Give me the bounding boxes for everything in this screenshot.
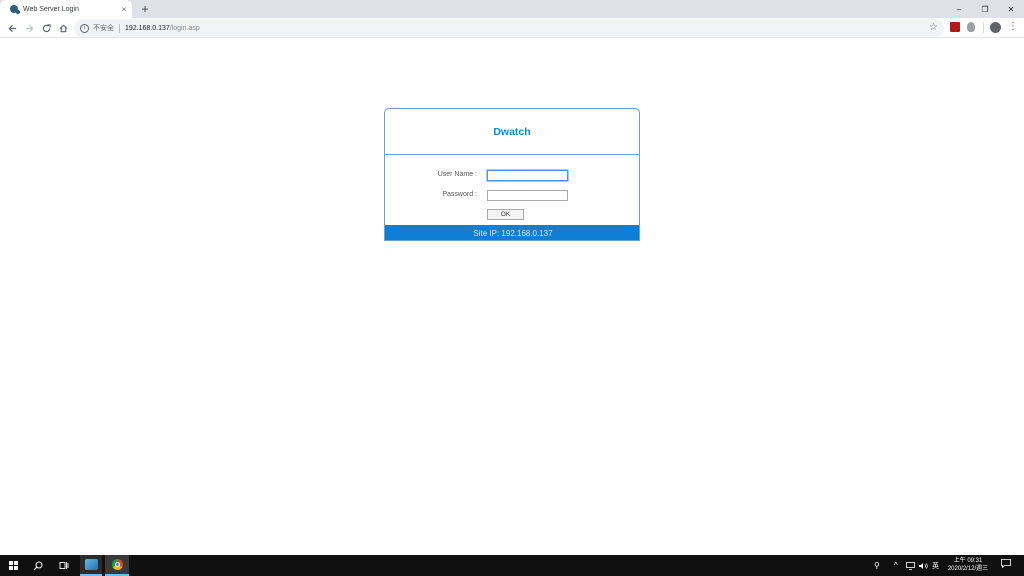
tab-favicon-icon <box>10 5 20 14</box>
taskbar-app-chrome[interactable] <box>105 555 129 576</box>
task-view-icon <box>59 562 69 569</box>
window-controls: – ❐ ✕ <box>946 0 1024 18</box>
new-tab-button[interactable]: + <box>138 2 152 16</box>
pdf-extension-icon[interactable] <box>950 22 960 32</box>
tab-title: Web Server Login <box>23 5 79 13</box>
reload-button[interactable] <box>38 20 54 36</box>
omnibox-separator <box>119 23 120 33</box>
system-clock[interactable]: 上午 09:31 2020/2/12/週三 <box>944 557 992 573</box>
network-icon[interactable] <box>906 555 915 576</box>
minimize-button[interactable]: – <box>946 0 972 18</box>
toolbar-separator <box>983 22 984 33</box>
clock-time: 上午 09:31 <box>953 558 983 564</box>
taskbar-app-network-tool[interactable] <box>80 555 102 576</box>
chevron-up-icon[interactable]: ^ <box>894 555 898 576</box>
tab-close-icon[interactable]: × <box>118 5 130 14</box>
login-panel: Dwatch User Name : Password : OK Site IP… <box>384 108 640 241</box>
info-icon[interactable]: i <box>80 23 89 33</box>
security-indicator[interactable]: 不安全 <box>93 23 114 33</box>
password-input[interactable] <box>487 190 568 201</box>
home-button[interactable] <box>55 20 71 36</box>
search-icon <box>33 561 43 570</box>
home-icon <box>59 24 67 32</box>
username-label: User Name : <box>437 171 477 178</box>
task-view-button[interactable] <box>54 555 74 576</box>
volume-icon[interactable] <box>918 555 928 576</box>
notification-center-icon[interactable] <box>1000 559 1012 571</box>
arrow-right-icon <box>25 24 33 32</box>
speaker-icon <box>919 562 928 569</box>
tab-web-server-login[interactable]: Web Server Login × <box>0 0 132 18</box>
address-bar[interactable]: i 不安全 192.168.0.137/login.asp ☆ <box>74 19 944 37</box>
windows-logo-icon <box>8 561 18 570</box>
url-path: /login.asp <box>169 24 200 32</box>
notification-icon <box>1001 559 1011 569</box>
star-icon[interactable]: ☆ <box>929 22 938 34</box>
taskbar: ⚲ ^ 英 上午 09:31 2020/2/12/週三 <box>0 555 1024 576</box>
password-label: Password : <box>442 191 477 198</box>
ime-indicator[interactable]: 英 <box>932 555 939 576</box>
forward-button[interactable] <box>21 20 37 36</box>
login-header: Dwatch <box>385 109 639 155</box>
username-input[interactable] <box>487 170 568 181</box>
site-ip-bar: Site IP: 192.168.0.137 <box>385 225 639 240</box>
people-icon[interactable]: ⚲ <box>874 555 880 576</box>
reload-icon <box>42 23 51 32</box>
kebab-menu-icon[interactable]: ⋮ <box>1008 20 1018 34</box>
browser-toolbar: i 不安全 192.168.0.137/login.asp ☆ <box>0 18 1024 38</box>
search-button[interactable] <box>28 555 48 576</box>
url-host: 192.168.0.137 <box>125 24 170 32</box>
tab-strip: Web Server Login × + – ❐ ✕ <box>0 0 1024 18</box>
shield-extension-icon[interactable] <box>967 22 975 32</box>
network-app-icon <box>84 559 98 570</box>
arrow-left-icon <box>8 24 16 32</box>
clock-date: 2020/2/12/週三 <box>947 566 989 572</box>
ok-button[interactable]: OK <box>487 209 524 220</box>
profile-avatar-icon[interactable] <box>990 22 1001 33</box>
chrome-icon <box>111 559 123 570</box>
brand-title: Dwatch <box>493 125 531 138</box>
back-button[interactable] <box>4 20 20 36</box>
restore-button[interactable]: ❐ <box>972 0 998 18</box>
start-button[interactable] <box>0 555 26 576</box>
monitor-icon <box>906 561 915 570</box>
close-window-button[interactable]: ✕ <box>998 0 1024 18</box>
